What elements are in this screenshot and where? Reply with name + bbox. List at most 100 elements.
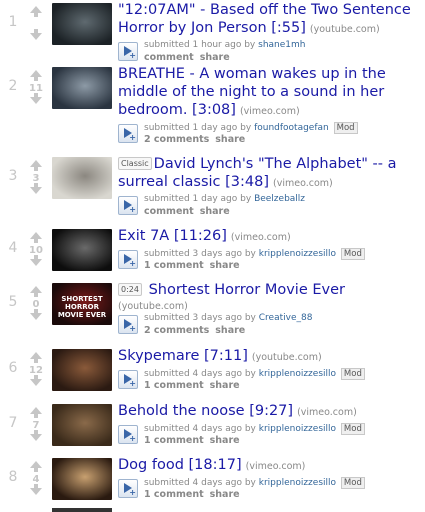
post-thumbnail[interactable] bbox=[52, 404, 112, 446]
post-title-link[interactable]: Behold the noose [9:27] bbox=[118, 403, 293, 419]
plus-icon: + bbox=[129, 259, 136, 268]
downvote-arrow-icon[interactable] bbox=[30, 484, 42, 495]
share-link[interactable]: share bbox=[210, 489, 240, 500]
post-thumbnail[interactable]: SHORTEST HORROR MOVIE EVER bbox=[52, 283, 112, 325]
submitted-text: submitted 4 days ago by bbox=[144, 424, 256, 434]
post-tagline: submitted 1 day ago by foundfootagefan M… bbox=[144, 122, 358, 134]
comments-link[interactable]: 1 comment bbox=[144, 489, 204, 500]
post-row: 7 7 Behold the noose [9:27] (vimeo.com) +… bbox=[0, 401, 425, 455]
post-row: 5 0 SHORTEST HORROR MOVIE EVER 0:24 Shor… bbox=[0, 280, 425, 346]
author-link[interactable]: kripplenoizzesillo bbox=[259, 369, 336, 379]
post-row: 4 10 Exit 7A [11:26] (vimeo.com) + submit… bbox=[0, 226, 425, 280]
comments-link[interactable]: 2 comments bbox=[144, 134, 209, 145]
comments-link[interactable]: 1 comment bbox=[144, 260, 204, 271]
upvote-arrow-icon[interactable] bbox=[30, 70, 42, 81]
upvote-arrow-icon[interactable] bbox=[30, 160, 42, 171]
author-link[interactable]: Beelzeballz bbox=[254, 194, 305, 204]
upvote-arrow-icon[interactable] bbox=[30, 286, 42, 297]
upvote-arrow-icon[interactable] bbox=[30, 407, 42, 418]
post-rank: 4 bbox=[8, 240, 18, 256]
vote-column: 10 bbox=[26, 226, 46, 266]
post-domain[interactable]: (youtube.com) bbox=[118, 301, 423, 312]
downvote-arrow-icon[interactable] bbox=[30, 255, 42, 266]
post-thumbnail[interactable] bbox=[52, 229, 112, 271]
vote-column: 7 bbox=[26, 401, 46, 441]
vote-column bbox=[26, 0, 46, 40]
comments-link[interactable]: comment bbox=[144, 206, 194, 217]
post-rank: 8 bbox=[8, 469, 18, 485]
post-title-link[interactable]: Shortest Horror Movie Ever bbox=[149, 282, 345, 298]
post-title-link[interactable]: Exit 7A [11:26] bbox=[118, 228, 227, 244]
post-domain[interactable]: (vimeo.com) bbox=[240, 106, 300, 117]
downvote-arrow-icon[interactable] bbox=[30, 183, 42, 194]
expand-video-button[interactable]: + bbox=[118, 479, 138, 498]
expand-video-button[interactable]: + bbox=[118, 250, 138, 269]
downvote-arrow-icon[interactable] bbox=[30, 309, 42, 320]
author-link[interactable]: kripplenoizzesillo bbox=[259, 478, 336, 488]
post-buttons: 1 comment share bbox=[144, 260, 246, 271]
post-rank: 2 bbox=[8, 78, 18, 94]
plus-icon: + bbox=[129, 379, 136, 388]
share-link[interactable]: share bbox=[215, 325, 245, 336]
comments-link[interactable]: 2 comments bbox=[144, 325, 209, 336]
expand-video-button[interactable]: + bbox=[118, 124, 138, 143]
upvote-arrow-icon[interactable] bbox=[30, 6, 42, 17]
expand-video-button[interactable]: + bbox=[118, 370, 138, 389]
post-thumbnail[interactable] bbox=[52, 458, 112, 500]
vote-column: 12 bbox=[26, 346, 46, 386]
comments-link[interactable]: comment bbox=[144, 52, 194, 63]
post-rank: 7 bbox=[8, 415, 18, 431]
post-buttons: comment share bbox=[144, 52, 236, 63]
mod-badge: Mod bbox=[340, 477, 365, 489]
post-domain[interactable]: (youtube.com) bbox=[310, 24, 380, 35]
post-buttons: 2 comments share bbox=[144, 325, 251, 336]
share-link[interactable]: share bbox=[200, 52, 230, 63]
post-thumbnail[interactable] bbox=[52, 349, 112, 391]
post-thumbnail-partial[interactable] bbox=[52, 508, 112, 512]
submitted-text: submitted 4 days ago by bbox=[144, 369, 256, 379]
expand-video-button[interactable]: + bbox=[118, 196, 138, 215]
upvote-arrow-icon[interactable] bbox=[30, 232, 42, 243]
author-link[interactable]: shane1mh bbox=[258, 40, 305, 50]
upvote-arrow-icon[interactable] bbox=[30, 461, 42, 472]
share-link[interactable]: share bbox=[210, 380, 240, 391]
downvote-arrow-icon[interactable] bbox=[30, 375, 42, 386]
post-entry: Skypemare [7:11] (youtube.com) + submitte… bbox=[118, 347, 423, 392]
post-thumbnail[interactable] bbox=[52, 157, 112, 199]
share-link[interactable]: share bbox=[210, 435, 240, 446]
post-tagline: submitted 3 days ago by kripplenoizzesil… bbox=[144, 248, 365, 260]
upvote-arrow-icon[interactable] bbox=[30, 352, 42, 363]
post-domain[interactable]: (youtube.com) bbox=[252, 352, 322, 363]
author-link[interactable]: kripplenoizzesillo bbox=[259, 249, 336, 259]
share-link[interactable]: share bbox=[215, 134, 245, 145]
author-link[interactable]: foundfootagefan bbox=[254, 123, 329, 133]
share-link[interactable]: share bbox=[210, 260, 240, 271]
expand-video-button[interactable]: + bbox=[118, 42, 138, 61]
expand-video-button[interactable]: + bbox=[118, 315, 138, 334]
post-rank: 5 bbox=[8, 294, 18, 310]
post-thumbnail[interactable] bbox=[52, 3, 112, 45]
post-domain[interactable]: (vimeo.com) bbox=[246, 461, 306, 472]
downvote-arrow-icon[interactable] bbox=[30, 430, 42, 441]
comments-link[interactable]: 1 comment bbox=[144, 435, 204, 446]
author-link[interactable]: Creative_88 bbox=[259, 313, 313, 323]
vote-column: 0 bbox=[26, 280, 46, 320]
mod-badge: Mod bbox=[333, 122, 358, 134]
submitted-text: submitted 1 hour ago by bbox=[144, 40, 256, 50]
post-domain[interactable]: (vimeo.com) bbox=[273, 178, 333, 189]
post-rank: 6 bbox=[8, 360, 18, 376]
post-title-link[interactable]: David Lynch's "The Alphabet" -- a surrea… bbox=[118, 156, 397, 190]
downvote-arrow-icon[interactable] bbox=[30, 93, 42, 104]
comments-link[interactable]: 1 comment bbox=[144, 380, 204, 391]
post-title-link[interactable]: Dog food [18:17] bbox=[118, 457, 242, 473]
post-buttons: 1 comment share bbox=[144, 489, 246, 500]
post-thumbnail[interactable] bbox=[52, 67, 112, 109]
expand-video-button[interactable]: + bbox=[118, 425, 138, 444]
author-link[interactable]: kripplenoizzesillo bbox=[259, 424, 336, 434]
share-link[interactable]: share bbox=[200, 206, 230, 217]
post-domain[interactable]: (vimeo.com) bbox=[231, 232, 291, 243]
post-domain[interactable]: (vimeo.com) bbox=[297, 407, 357, 418]
post-buttons: comment share bbox=[144, 206, 236, 217]
post-title-link[interactable]: Skypemare [7:11] bbox=[118, 348, 248, 364]
downvote-arrow-icon[interactable] bbox=[30, 29, 42, 40]
